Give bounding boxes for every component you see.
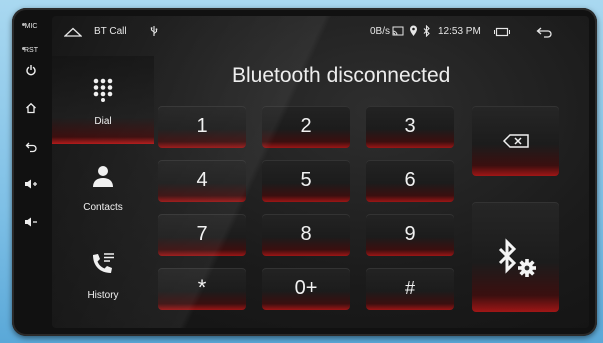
key-5[interactable]: 5 (262, 160, 350, 202)
bluetooth-settings-button[interactable] (472, 202, 559, 312)
person-icon (52, 164, 154, 191)
reset-button[interactable]: RST (12, 44, 50, 54)
rst-label: RST (24, 47, 38, 54)
key-9[interactable]: 9 (366, 214, 454, 256)
page-title: Bluetooth disconnected (232, 64, 451, 87)
sidebar-item-history[interactable]: History (52, 232, 154, 320)
key-3[interactable]: 3 (366, 106, 454, 148)
sidebar-item-label: Contacts (83, 202, 123, 213)
key-2[interactable]: 2 (262, 106, 350, 148)
bluetooth-settings-icon (472, 238, 559, 285)
mic-label: MIC (24, 23, 38, 30)
volume-up-icon[interactable] (12, 178, 50, 190)
backspace-icon (472, 134, 559, 153)
cast-icon (392, 26, 404, 36)
power-icon[interactable] (12, 64, 50, 76)
home-outline-icon[interactable] (64, 27, 82, 37)
bluetooth-icon (423, 25, 431, 37)
recents-icon[interactable] (494, 27, 510, 37)
volume-down-icon[interactable] (12, 216, 50, 228)
home-icon[interactable] (12, 102, 50, 114)
sidebar-item-dial[interactable]: Dial (52, 56, 154, 144)
key-star[interactable]: * (158, 268, 246, 310)
bezel-left: MIC RST (12, 8, 50, 336)
key-6[interactable]: 6 (366, 160, 454, 202)
key-0-plus[interactable]: 0+ (262, 268, 350, 310)
dialpad-icon (52, 78, 154, 105)
head-unit: MIC RST BT Call 0B/s 12:53 PM Bluetooth … (12, 8, 597, 336)
backspace-button[interactable] (472, 106, 559, 176)
net-speed: 0B/s (370, 26, 391, 37)
key-1[interactable]: 1 (158, 106, 246, 148)
key-hash[interactable]: # (366, 268, 454, 310)
back-arrow-icon[interactable] (536, 26, 554, 38)
screen: BT Call 0B/s 12:53 PM Bluetooth disconne… (52, 16, 589, 328)
sidebar: Dial Contacts History (52, 56, 154, 328)
clock: 12:53 PM (438, 26, 481, 37)
key-4[interactable]: 4 (158, 160, 246, 202)
app-label: BT Call (94, 26, 127, 37)
usb-icon (150, 25, 158, 37)
status-bar: BT Call 0B/s 12:53 PM (52, 16, 589, 50)
back-icon[interactable] (12, 141, 50, 153)
sidebar-item-label: History (87, 290, 119, 301)
key-8[interactable]: 8 (262, 214, 350, 256)
key-7[interactable]: 7 (158, 214, 246, 256)
sidebar-item-contacts[interactable]: Contacts (52, 144, 154, 232)
location-icon (409, 25, 418, 37)
mic-hole: MIC (12, 20, 50, 30)
sidebar-item-label: Dial (94, 116, 112, 127)
call-history-icon (52, 252, 154, 279)
